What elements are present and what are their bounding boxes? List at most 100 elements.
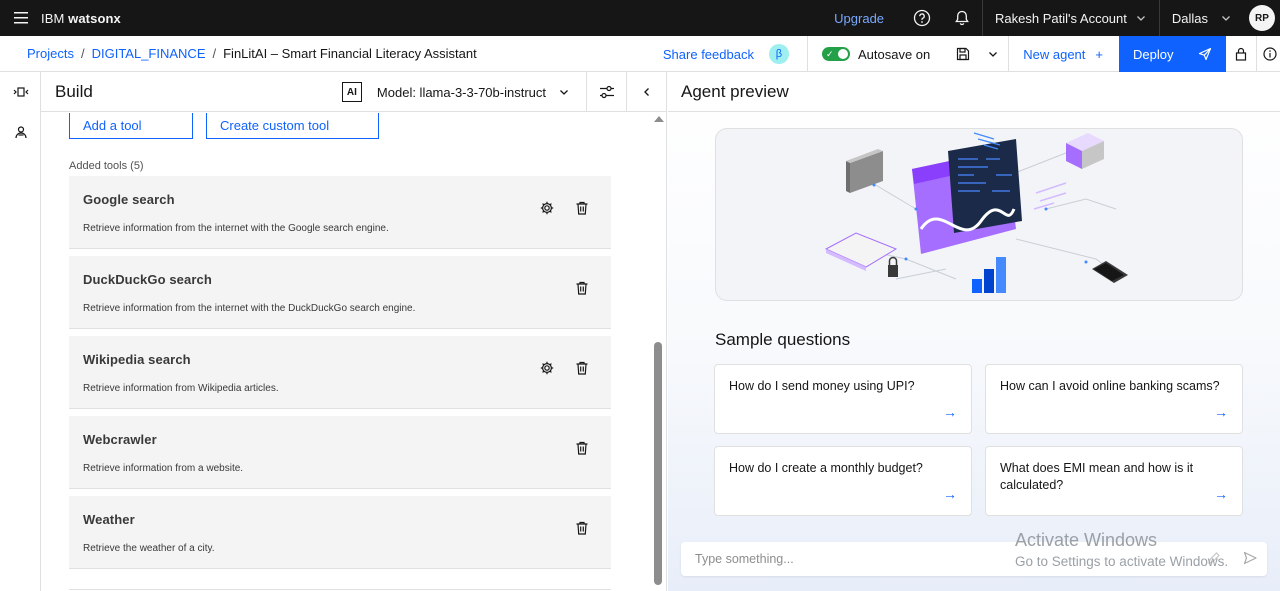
hero-illustration [715, 128, 1243, 301]
divider [69, 589, 611, 590]
product-brand[interactable]: IBM watsonx [41, 11, 121, 26]
autosave-label: Autosave on [857, 46, 931, 62]
tool-name: Wikipedia search [83, 352, 191, 367]
brand-prefix: IBM [41, 10, 65, 26]
notification-icon [953, 9, 971, 27]
sample-question-card[interactable]: How can I avoid online banking scams? → [985, 364, 1243, 434]
build-content: Add a tool Create custom tool Added tool… [41, 113, 667, 591]
beta-badge: β [768, 44, 789, 64]
account-name: Rakesh Patil's Account [995, 10, 1127, 26]
upgrade-link[interactable]: Upgrade [816, 11, 902, 26]
agent-preview-panel: Agent preview Sample questions How do I … [668, 72, 1280, 591]
rail-agent-button[interactable] [0, 112, 41, 152]
chevron-down-icon [1220, 12, 1232, 24]
agent-preview-title: Agent preview [668, 72, 1280, 112]
sample-question-text: How do I create a monthly budget? [729, 461, 923, 475]
trash-icon[interactable] [574, 440, 590, 456]
project-toolbar: Projects / DIGITAL_FINANCE / FinLitAI – … [0, 36, 1280, 72]
sample-question-text: How can I avoid online banking scams? [1000, 379, 1220, 393]
save-icon [956, 47, 970, 61]
tool-name: DuckDuckGo search [83, 272, 212, 287]
region-name: Dallas [1171, 10, 1208, 26]
sample-question-card[interactable]: How do I create a monthly budget? → [714, 446, 972, 516]
tool-card: Wikipedia search Retrieve information fr… [69, 336, 611, 409]
trash-icon[interactable] [574, 280, 590, 296]
sample-question-card[interactable]: What does EMI mean and how is it calcula… [985, 446, 1243, 516]
save-button[interactable] [948, 36, 978, 72]
save-options-button[interactable] [978, 36, 1008, 72]
chevron-down-icon [987, 48, 999, 60]
sample-questions-title: Sample questions [715, 330, 851, 349]
share-feedback-link[interactable]: Share feedback [663, 47, 769, 62]
chat-input[interactable]: Type something... [681, 542, 1267, 576]
model-label: Model: llama-3-3-70b-instruct [376, 84, 546, 100]
breadcrumb-project[interactable]: DIGITAL_FINANCE [92, 46, 206, 61]
trash-icon[interactable] [574, 200, 590, 216]
model-selector[interactable]: Model: llama-3-3-70b-instruct [377, 85, 586, 100]
added-tools-label: Added tools (5) [69, 160, 144, 172]
build-panel: Build AI Model: llama-3-3-70b-instruct A… [41, 72, 667, 591]
tool-name: Weather [83, 512, 135, 527]
arrow-right-icon: → [1214, 404, 1228, 420]
tool-name: Google search [83, 192, 175, 207]
tool-card: Google search Retrieve information from … [69, 176, 611, 249]
tool-description: Retrieve information from the internet w… [83, 223, 389, 234]
trash-icon[interactable] [574, 360, 590, 376]
scroll-up-arrow[interactable] [654, 116, 664, 122]
gear-icon[interactable] [539, 360, 555, 376]
breadcrumb-current: FinLitAI – Smart Financial Literacy Assi… [223, 46, 477, 61]
chevron-down-icon [1135, 12, 1147, 24]
tool-description: Retrieve information from Wikipedia arti… [83, 383, 279, 394]
breadcrumb-separator: / [80, 46, 85, 61]
build-header: Build AI Model: llama-3-3-70b-instruct [41, 72, 666, 112]
help-icon [913, 9, 931, 27]
new-agent-button[interactable]: New agent + [1008, 36, 1119, 72]
agent-icon [14, 125, 28, 139]
info-icon [1263, 47, 1277, 61]
sample-question-card[interactable]: How do I send money using UPI? → [714, 364, 972, 434]
deploy-label: Deploy [1133, 46, 1174, 62]
settings-sliders-icon [599, 85, 615, 99]
send-icon [1243, 551, 1257, 565]
account-switcher[interactable]: Rakesh Patil's Account [982, 0, 1159, 36]
new-agent-label: New agent [1023, 46, 1086, 62]
scrollbar[interactable] [652, 113, 664, 591]
tool-card: Webcrawler Retrieve information from a w… [69, 416, 611, 489]
breadcrumb-projects[interactable]: Projects [27, 46, 74, 61]
tool-name: Webcrawler [83, 432, 157, 447]
ai-badge: AI [341, 82, 362, 102]
avatar[interactable]: RP [1249, 5, 1275, 31]
info-button[interactable] [1256, 36, 1280, 72]
chat-input-placeholder: Type something... [695, 552, 794, 566]
region-switcher[interactable]: Dallas [1158, 0, 1242, 36]
send-message-button[interactable] [1243, 551, 1257, 565]
tools-icon [13, 85, 29, 99]
tool-description: Retrieve the weather of a city. [83, 543, 215, 554]
breadcrumb-separator: / [212, 46, 217, 61]
breadcrumb: Projects / DIGITAL_FINANCE / FinLitAI – … [0, 46, 477, 61]
plus-icon: + [1095, 46, 1103, 62]
menu-button[interactable] [0, 0, 41, 36]
add-tool-button[interactable]: Add a tool [69, 113, 193, 139]
edit-icon[interactable] [1207, 551, 1221, 565]
autosave-toggle[interactable]: ✓ Autosave on [806, 36, 948, 72]
tool-card: Weather Retrieve the weather of a city. [69, 496, 611, 569]
model-settings-button[interactable] [586, 72, 626, 112]
send-icon [1198, 47, 1212, 61]
sample-question-text: What does EMI mean and how is it calcula… [1000, 461, 1194, 492]
rail-tools-button[interactable] [0, 72, 41, 112]
deploy-button[interactable]: Deploy [1119, 36, 1226, 72]
top-navigation-bar: IBM watsonx Upgrade Rakesh Patil's Accou… [0, 0, 1280, 36]
trash-icon[interactable] [574, 520, 590, 536]
chevron-down-icon [558, 86, 570, 98]
scrollbar-thumb[interactable] [654, 342, 662, 585]
arrow-right-icon: → [943, 486, 957, 502]
lock-button[interactable] [1226, 36, 1256, 72]
help-button[interactable] [902, 0, 942, 36]
tool-description: Retrieve information from the internet w… [83, 303, 416, 314]
notifications-button[interactable] [942, 0, 982, 36]
create-custom-tool-button[interactable]: Create custom tool [206, 113, 379, 139]
gear-icon[interactable] [539, 200, 555, 216]
collapse-panel-button[interactable] [626, 72, 666, 112]
autosave-switch[interactable]: ✓ [821, 47, 850, 61]
